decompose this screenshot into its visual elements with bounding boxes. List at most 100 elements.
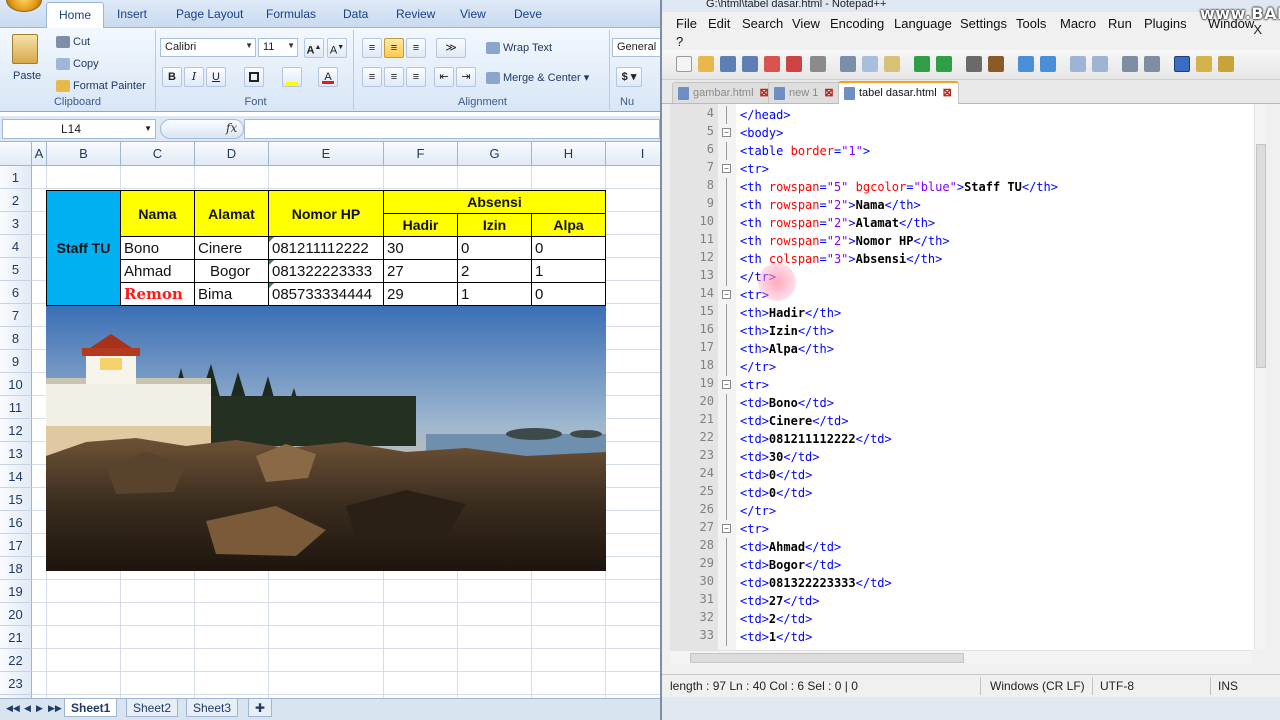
menu-edit[interactable]: Edit: [708, 16, 730, 31]
sheet-tab-sheet3[interactable]: Sheet3: [186, 699, 239, 717]
code-line[interactable]: <th>Hadir</th>: [740, 304, 841, 322]
menu-language[interactable]: Language: [894, 16, 952, 31]
tab-view[interactable]: View: [460, 7, 486, 21]
close-icon[interactable]: [764, 56, 780, 72]
show-all-chars-icon[interactable]: [1144, 56, 1160, 72]
formula-input[interactable]: [244, 119, 660, 139]
cell-izin[interactable]: 0: [457, 236, 532, 260]
cell-izin[interactable]: 1: [457, 282, 532, 306]
header-nama[interactable]: Nama: [120, 190, 195, 237]
grow-font-button[interactable]: A▲: [304, 38, 324, 58]
row-header-8[interactable]: 8: [0, 327, 32, 350]
cell-alamat[interactable]: Bogor: [194, 259, 269, 283]
number-format-combo[interactable]: General: [612, 38, 660, 57]
code-line[interactable]: <tr>: [740, 376, 769, 394]
header-izin[interactable]: Izin: [457, 213, 532, 237]
last-sheet-icon[interactable]: ▶▶: [48, 703, 62, 714]
menu-macro[interactable]: Macro: [1060, 16, 1096, 31]
code-line[interactable]: <td>Bogor</td>: [740, 556, 841, 574]
row-header-3[interactable]: 3: [0, 212, 32, 235]
row-header-21[interactable]: 21: [0, 626, 32, 649]
sheet-tab-sheet1[interactable]: Sheet1: [64, 699, 118, 717]
tab-developer[interactable]: Deve: [514, 7, 542, 21]
code-line[interactable]: <tr>: [740, 520, 769, 538]
prev-sheet-icon[interactable]: ◀: [24, 703, 31, 714]
orientation-button[interactable]: ≫: [436, 38, 466, 58]
wrap-icon[interactable]: [1122, 56, 1138, 72]
increase-indent-button[interactable]: ⇥: [456, 67, 476, 87]
row-header-9[interactable]: 9: [0, 350, 32, 373]
align-right-button[interactable]: ≡: [406, 67, 426, 87]
code-line[interactable]: <table border="1">: [740, 142, 870, 160]
col-header-i[interactable]: I: [606, 142, 660, 166]
copy-icon[interactable]: [862, 56, 878, 72]
code-line[interactable]: <td>0</td>: [740, 466, 812, 484]
save-all-icon[interactable]: [742, 56, 758, 72]
code-line[interactable]: <body>: [740, 124, 783, 142]
fold-toggle-icon[interactable]: −: [722, 380, 731, 389]
header-nomor-hp[interactable]: Nomor HP: [268, 190, 384, 237]
row-header-22[interactable]: 22: [0, 649, 32, 672]
code-line[interactable]: <th rowspan="5" bgcolor="blue">Staff TU<…: [740, 178, 1058, 196]
cell-alamat[interactable]: Bima: [194, 282, 269, 306]
zoom-in-icon[interactable]: [1018, 56, 1034, 72]
menu-search[interactable]: Search: [742, 16, 783, 31]
row-header-1[interactable]: 1: [0, 166, 32, 189]
code-line[interactable]: <th>Izin</th>: [740, 322, 834, 340]
close-tab-icon[interactable]: ⊠: [824, 87, 833, 99]
sheet-tab-sheet2[interactable]: Sheet2: [126, 699, 179, 717]
horizontal-scrollbar[interactable]: [670, 650, 1252, 664]
code-line[interactable]: <th rowspan="2">Nomor HP</th>: [740, 232, 950, 250]
sync-v-icon[interactable]: [1070, 56, 1086, 72]
vertical-scroll-thumb[interactable]: [1256, 144, 1266, 368]
menu-settings[interactable]: Settings: [960, 16, 1007, 31]
cell-alpa[interactable]: 0: [531, 282, 606, 306]
row-header-16[interactable]: 16: [0, 511, 32, 534]
code-line[interactable]: <td>081322223333</td>: [740, 574, 892, 592]
open-file-icon[interactable]: [698, 56, 714, 72]
code-line[interactable]: <td>27</td>: [740, 592, 820, 610]
code-line[interactable]: <td>30</td>: [740, 448, 820, 466]
zoom-out-icon[interactable]: [1040, 56, 1056, 72]
align-middle-button[interactable]: ≡: [384, 38, 404, 58]
select-all-corner[interactable]: [0, 142, 32, 166]
tab-data[interactable]: Data: [343, 7, 368, 21]
code-line[interactable]: <th rowspan="2">Alamat</th>: [740, 214, 935, 232]
fill-color-button[interactable]: [282, 67, 302, 87]
lighthouse-picture[interactable]: [46, 306, 606, 571]
cell-nomor-hp[interactable]: 081211112222: [268, 236, 384, 260]
font-name-combo[interactable]: Calibri ▼: [160, 38, 256, 57]
col-header-g[interactable]: G: [458, 142, 532, 166]
doc-map-icon[interactable]: [1196, 56, 1212, 72]
paste-button[interactable]: Paste: [13, 70, 41, 82]
function-list-icon[interactable]: [1218, 56, 1234, 72]
merge-center-button[interactable]: Merge & Center ▾: [486, 71, 589, 85]
col-header-e[interactable]: E: [269, 142, 384, 166]
row-header-13[interactable]: 13: [0, 442, 32, 465]
header-alamat[interactable]: Alamat: [194, 190, 269, 237]
row-header-12[interactable]: 12: [0, 419, 32, 442]
menu-run[interactable]: Run: [1108, 16, 1132, 31]
cell-hadir[interactable]: 30: [383, 236, 458, 260]
replace-icon[interactable]: [988, 56, 1004, 72]
tab-home[interactable]: Home: [46, 2, 105, 28]
code-line[interactable]: <th rowspan="2">Nama</th>: [740, 196, 921, 214]
new-file-icon[interactable]: [676, 56, 692, 72]
code-line[interactable]: <td>0</td>: [740, 484, 812, 502]
underline-button[interactable]: U: [206, 67, 226, 87]
row-header-6[interactable]: 6: [0, 281, 32, 304]
code-line[interactable]: <td>081211112222</td>: [740, 430, 892, 448]
menu-tools[interactable]: Tools: [1016, 16, 1046, 31]
cell-nomor-hp[interactable]: 081322223333: [268, 259, 384, 283]
next-sheet-icon[interactable]: ▶: [36, 703, 43, 714]
align-left-button[interactable]: ≡: [362, 67, 382, 87]
row-header-4[interactable]: 4: [0, 235, 32, 258]
indent-guide-icon[interactable]: [1174, 56, 1190, 72]
italic-button[interactable]: I: [184, 67, 204, 87]
col-header-h[interactable]: H: [532, 142, 606, 166]
row-header-19[interactable]: 19: [0, 580, 32, 603]
code-line[interactable]: <td>Bono</td>: [740, 394, 834, 412]
code-editor[interactable]: 4 </head> 5 <body> −6 <table border="1"> 7 <tr>…: [670, 104, 1266, 650]
col-header-a[interactable]: A: [32, 142, 47, 166]
align-bottom-button[interactable]: ≡: [406, 38, 426, 58]
